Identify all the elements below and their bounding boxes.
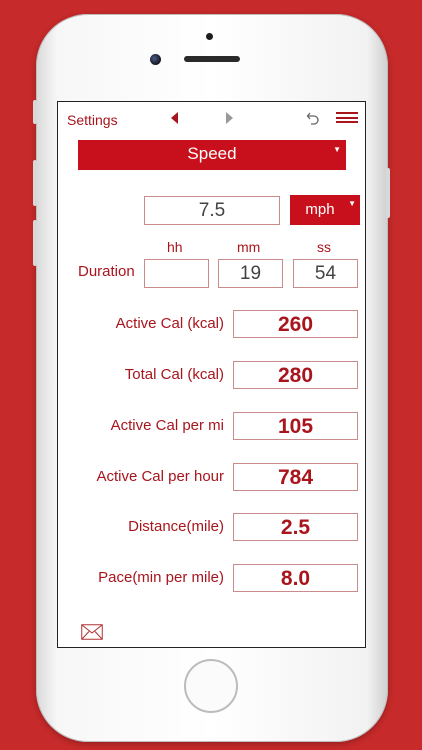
total-cal-number: 280	[277, 364, 314, 387]
active-cal-value: 260	[233, 310, 358, 338]
home-button[interactable]	[184, 659, 238, 713]
chevron-left-icon[interactable]	[171, 112, 178, 124]
active-cal-number: 260	[277, 313, 314, 336]
speed-value: 7.5	[198, 200, 226, 221]
app-screen: Settings Speed ▼ 7.5 mph ▼ hh mm ss Dura…	[57, 101, 366, 648]
pace-number: 8.0	[280, 567, 311, 590]
active-cal-per-mi-value: 105	[233, 412, 358, 440]
unit-select[interactable]: mph ▼	[290, 195, 360, 225]
distance-value: 2.5	[233, 513, 358, 541]
unit-select-value: mph	[305, 201, 335, 218]
pace-label: Pace(min per mile)	[98, 569, 224, 586]
active-cal-per-hour-number: 784	[277, 466, 314, 489]
menu-icon[interactable]	[336, 112, 358, 123]
front-camera-icon	[150, 54, 161, 65]
mode-select-value: Speed	[187, 144, 237, 163]
mail-icon[interactable]	[81, 624, 103, 640]
minutes-input[interactable]: 19	[218, 259, 283, 288]
power-button	[386, 168, 390, 218]
hours-input[interactable]	[144, 259, 209, 288]
total-cal-value: 280	[233, 361, 358, 389]
earpiece-speaker	[184, 56, 240, 62]
seconds-value: 54	[314, 263, 337, 284]
active-cal-per-hour-label: Active Cal per hour	[96, 468, 224, 485]
hours-header: hh	[167, 239, 183, 255]
total-cal-label: Total Cal (kcal)	[124, 366, 224, 383]
distance-number: 2.5	[280, 516, 311, 539]
seconds-input[interactable]: 54	[293, 259, 358, 288]
dropdown-arrow-icon: ▼	[348, 199, 356, 208]
distance-label: Distance(mile)	[128, 518, 224, 535]
undo-icon[interactable]	[306, 111, 320, 125]
seconds-header: ss	[317, 239, 331, 255]
pace-value: 8.0	[233, 564, 358, 592]
front-sensor	[206, 33, 213, 40]
active-cal-per-mi-label: Active Cal per mi	[110, 417, 224, 434]
active-cal-label: Active Cal (kcal)	[115, 315, 224, 332]
active-cal-per-mi-number: 105	[277, 415, 314, 438]
settings-button[interactable]: Settings	[67, 112, 118, 128]
duration-label: Duration	[78, 263, 135, 280]
minutes-value: 19	[239, 263, 262, 284]
speed-input[interactable]: 7.5	[144, 196, 280, 225]
volume-up-button	[33, 160, 37, 206]
active-cal-per-hour-value: 784	[233, 463, 358, 491]
mute-switch	[33, 100, 37, 124]
volume-down-button	[33, 220, 37, 266]
dropdown-arrow-icon: ▼	[333, 145, 341, 154]
chevron-right-icon[interactable]	[226, 112, 233, 124]
minutes-header: mm	[237, 239, 261, 255]
mode-select[interactable]: Speed ▼	[78, 140, 346, 170]
